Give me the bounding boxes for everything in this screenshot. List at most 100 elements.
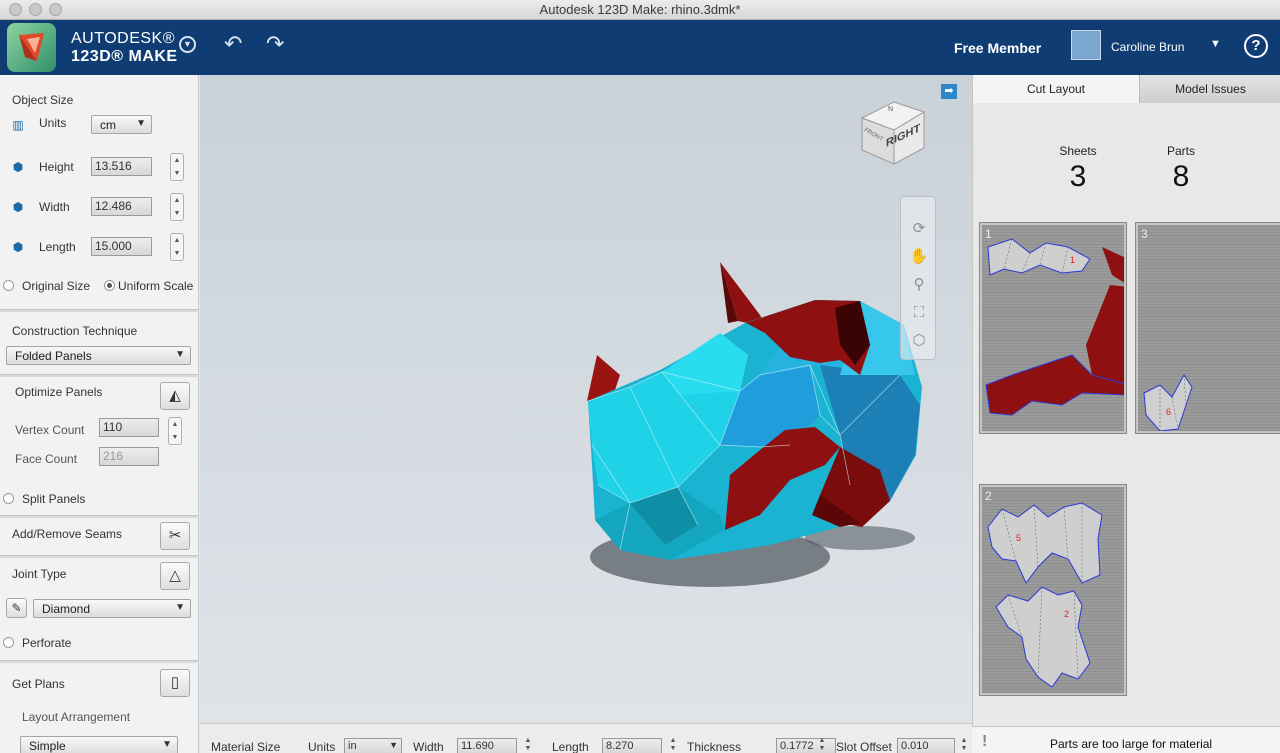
- app-menu-chevron-icon[interactable]: ▼: [179, 36, 196, 53]
- sheet-number: 2: [985, 489, 992, 503]
- height-cube-icon: ⬢: [12, 160, 24, 174]
- pyramid-icon: ◭: [169, 387, 181, 404]
- navigation-bar: ⟳ ✋ ⚲ ⛶ ⬡: [900, 196, 936, 360]
- app-logo: [7, 23, 56, 72]
- material-length-field[interactable]: 8.270: [602, 738, 662, 753]
- redo-icon[interactable]: ↷: [266, 31, 284, 57]
- home-view-icon[interactable]: ⬡: [909, 331, 929, 351]
- zoom-magnifier-icon[interactable]: ⚲: [909, 275, 929, 295]
- rhino-model[interactable]: [200, 75, 972, 723]
- user-menu-chevron-icon[interactable]: ▼: [1210, 38, 1221, 50]
- vertex-count-stepper[interactable]: ▲ ▼: [168, 417, 182, 445]
- joint-type-button[interactable]: △: [160, 562, 190, 590]
- expand-panel-arrow-icon[interactable]: ➡: [941, 84, 957, 99]
- zoom-extents-icon[interactable]: ⛶: [909, 303, 929, 323]
- construction-technique-dropdown[interactable]: Folded Panels ▼: [6, 346, 191, 365]
- slot-offset-label: Slot Offset: [836, 740, 892, 753]
- construction-title: Construction Technique: [12, 324, 138, 338]
- tab-model-issues[interactable]: Model Issues: [1139, 75, 1280, 103]
- construction-technique-value: Folded Panels: [15, 349, 92, 363]
- parts-label: Parts: [1166, 144, 1195, 158]
- brand-autodesk: AUTODESK®: [71, 30, 176, 47]
- material-units-dropdown[interactable]: in ▼: [344, 738, 402, 753]
- layout-arrangement-label: Layout Arrangement: [22, 710, 131, 724]
- chevron-down-icon: ▼: [162, 739, 172, 750]
- parts-count: 8: [1172, 160, 1190, 193]
- optimize-panels-button[interactable]: ◭: [160, 382, 190, 410]
- seams-button[interactable]: ✂: [160, 522, 190, 550]
- material-length-stepper[interactable]: ▲ ▼: [667, 737, 679, 753]
- object-size-title: Object Size: [12, 93, 74, 107]
- document-icon: ▯: [170, 674, 180, 691]
- section-divider: [0, 515, 199, 518]
- warning-text: Parts are too large for material: [1050, 737, 1213, 751]
- window-title: Autodesk 123D Make: rhino.3dmk*: [539, 2, 741, 17]
- face-count-label: Face Count: [15, 452, 78, 466]
- material-warning-bar: ! Parts are too large for material: [972, 726, 1280, 753]
- model-viewport[interactable]: RIGHT N FRONT ⟳ ✋ ⚲ ⛶ ⬡: [200, 75, 972, 723]
- undo-icon[interactable]: ↶: [224, 31, 242, 57]
- chevron-down-icon: ▼: [389, 740, 398, 750]
- view-cube-top-face[interactable]: N: [888, 106, 893, 113]
- original-size-label: Original Size: [22, 279, 91, 293]
- section-divider: [0, 374, 199, 377]
- chevron-down-icon: ▼: [175, 349, 185, 360]
- material-width-field[interactable]: 11.690: [457, 738, 517, 753]
- left-settings-panel: Object Size ▥ Units cm ▼ ⬢ Height 13.516…: [0, 75, 199, 753]
- split-panels-label: Split Panels: [22, 492, 86, 506]
- material-units-value: in: [348, 740, 357, 752]
- split-panels-radio[interactable]: [3, 493, 14, 504]
- joint-type-dropdown[interactable]: Diamond ▼: [33, 599, 191, 618]
- vertex-count-label: Vertex Count: [15, 423, 85, 437]
- width-stepper[interactable]: ▲ ▼: [170, 193, 184, 221]
- slot-offset-field[interactable]: 0.010: [897, 738, 955, 753]
- material-width-stepper[interactable]: ▲ ▼: [522, 737, 534, 753]
- svg-text:2: 2: [1064, 609, 1069, 619]
- sheet-thumbnail-3[interactable]: 6 3: [1135, 222, 1280, 434]
- help-button[interactable]: ?: [1244, 34, 1268, 58]
- material-length-label: Length: [552, 740, 589, 753]
- slot-offset-stepper[interactable]: ▲ ▼: [958, 737, 970, 753]
- height-stepper[interactable]: ▲ ▼: [170, 153, 184, 181]
- perforate-radio[interactable]: [3, 637, 14, 648]
- get-plans-button[interactable]: ▯: [160, 669, 190, 697]
- units-label: Units: [39, 116, 67, 130]
- seam-scissor-icon: ✂: [168, 527, 182, 544]
- joint-type-value: Diamond: [42, 602, 91, 616]
- tab-cut-layout[interactable]: Cut Layout: [973, 75, 1139, 103]
- height-field[interactable]: 13.516: [91, 157, 152, 176]
- avatar[interactable]: [1071, 30, 1101, 60]
- edit-joint-button[interactable]: ✎: [6, 598, 27, 618]
- chevron-down-icon: ▼: [175, 602, 185, 613]
- membership-label[interactable]: Free Member: [954, 40, 1041, 56]
- get-plans-title: Get Plans: [12, 677, 65, 691]
- sheets-label: Sheets: [1059, 144, 1097, 158]
- pencil-icon: ✎: [11, 601, 22, 615]
- material-size-title: Material Size: [211, 740, 281, 753]
- length-label: Length: [39, 240, 76, 254]
- length-field[interactable]: 15.000: [91, 237, 152, 256]
- section-divider: [0, 555, 199, 558]
- material-units-label: Units: [308, 740, 336, 753]
- original-size-radio[interactable]: [3, 280, 14, 291]
- material-thickness-stepper[interactable]: ▲ ▼: [816, 737, 828, 753]
- width-label: Width: [39, 200, 70, 214]
- vertex-count-field[interactable]: 110: [99, 418, 159, 437]
- length-stepper[interactable]: ▲ ▼: [170, 233, 184, 261]
- height-label: Height: [39, 160, 74, 174]
- svg-text:5: 5: [1016, 533, 1021, 543]
- app-header: AUTODESK® 123D® MAKE ▼ ↶ ↷ Free Member C…: [0, 20, 1280, 75]
- sheet-thumbnail-2[interactable]: 5 2 2: [979, 484, 1127, 696]
- units-dropdown[interactable]: cm ▼: [91, 115, 152, 134]
- sheet-number: 1: [985, 227, 992, 241]
- orbit-icon[interactable]: ⟳: [909, 219, 929, 239]
- warning-icon: !: [982, 733, 988, 750]
- layout-arrangement-dropdown[interactable]: Simple ▼: [20, 736, 178, 753]
- pan-hand-icon[interactable]: ✋: [909, 247, 929, 267]
- uniform-scale-radio[interactable]: [104, 280, 115, 291]
- user-name[interactable]: Caroline Brun: [1111, 40, 1184, 54]
- material-thickness-label: Thickness: [687, 740, 742, 753]
- width-field[interactable]: 12.486: [91, 197, 152, 216]
- view-cube[interactable]: RIGHT N FRONT: [860, 100, 926, 166]
- sheet-thumbnail-1[interactable]: 1 1: [979, 222, 1127, 434]
